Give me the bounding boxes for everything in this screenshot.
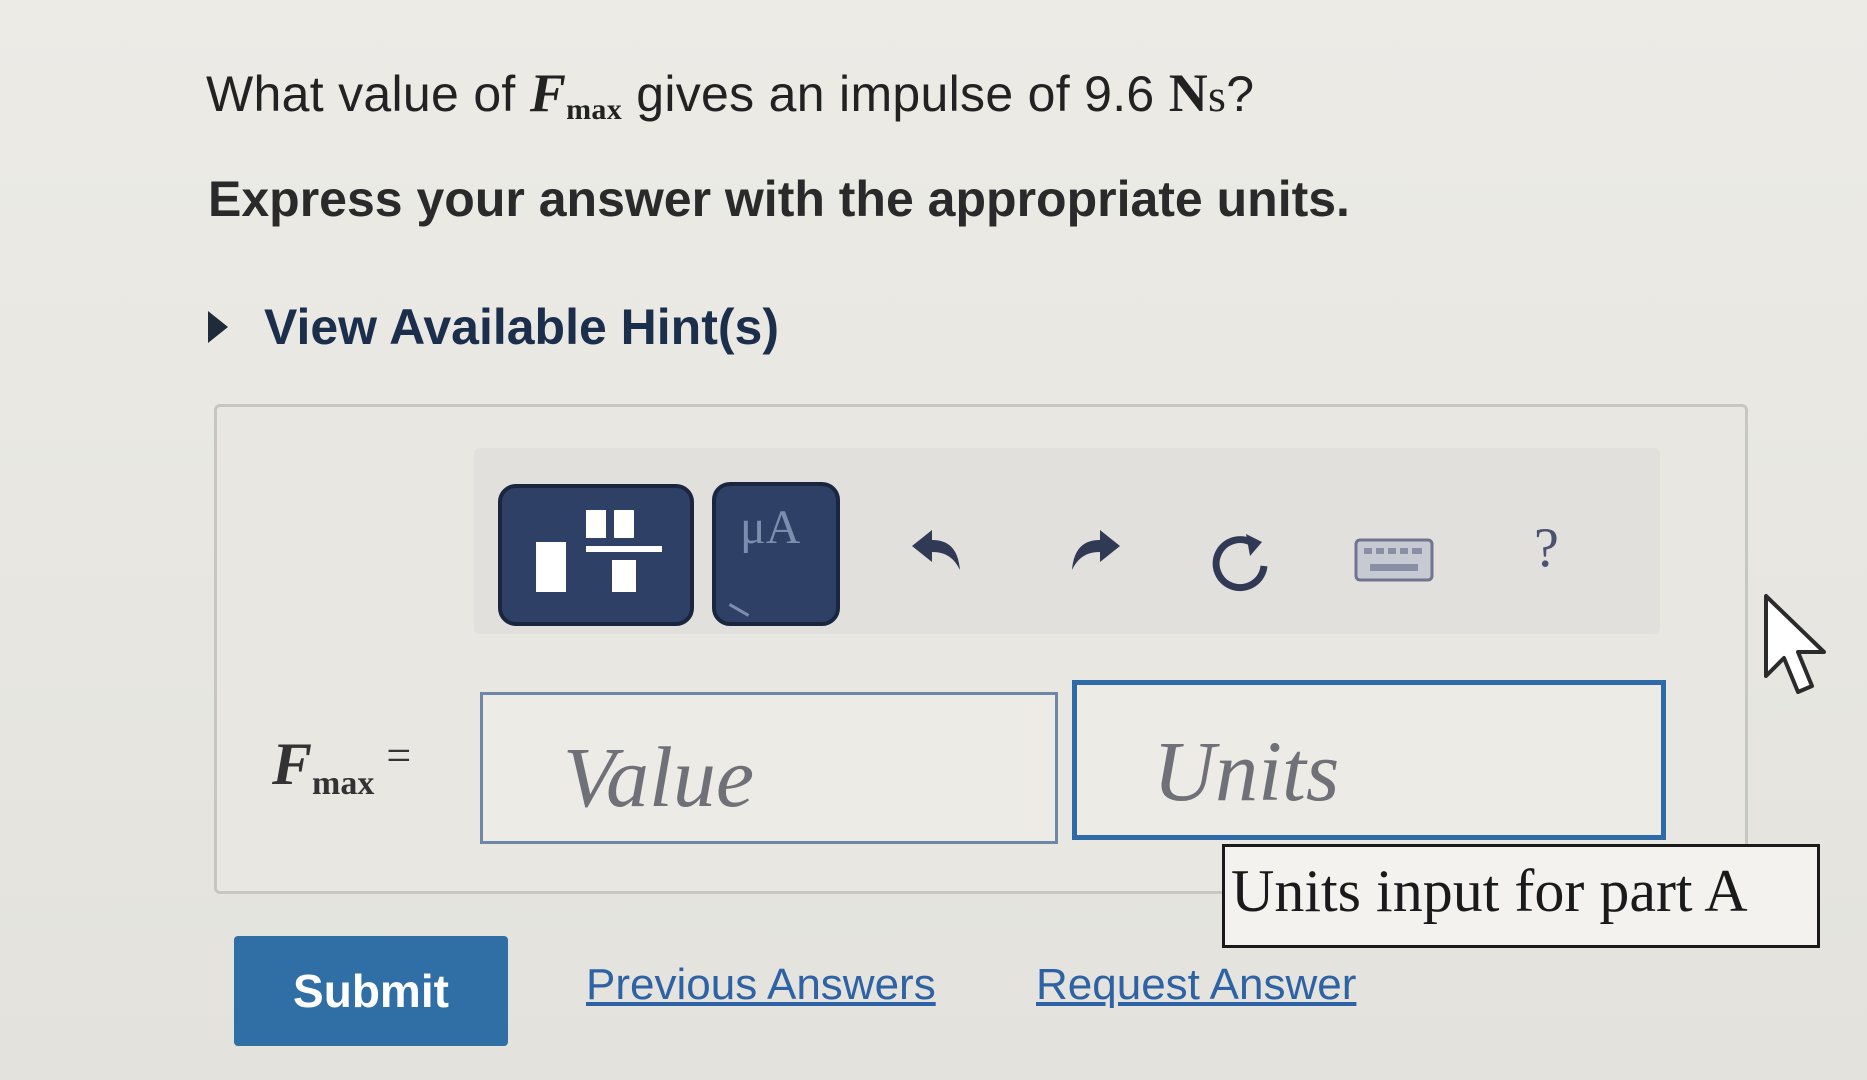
help-icon: ? — [1534, 517, 1559, 579]
value-input[interactable]: Value — [480, 692, 1058, 844]
redo-button[interactable] — [1064, 526, 1128, 578]
mouse-cursor-icon — [1764, 594, 1826, 694]
equals-sign: = — [386, 731, 412, 780]
reset-icon — [1212, 534, 1268, 592]
help-button[interactable]: ? — [1534, 516, 1559, 580]
units-tooltip: Units input for part A — [1222, 844, 1820, 948]
submit-button[interactable]: Submit — [234, 936, 508, 1046]
question-text: What value of Fmax gives an impulse of 9… — [206, 62, 1254, 127]
request-answer-link[interactable]: Request Answer — [1036, 960, 1356, 1010]
view-hints-label: View Available Hint(s) — [264, 299, 779, 355]
previous-answers-link[interactable]: Previous Answers — [586, 960, 936, 1010]
undo-button[interactable] — [904, 526, 968, 578]
reset-button[interactable] — [1208, 530, 1274, 596]
keyboard-icon — [1354, 538, 1434, 582]
question-prefix: What value of — [206, 66, 530, 122]
undo-icon — [912, 530, 960, 570]
disclosure-triangle-icon — [208, 311, 228, 343]
templates-button[interactable] — [498, 484, 694, 626]
question-middle: gives an impulse of 9.6 — [622, 66, 1169, 122]
redo-icon — [1072, 530, 1120, 570]
answer-variable-label: Fmax= — [272, 731, 412, 802]
page: What value of Fmax gives an impulse of 9… — [0, 0, 1867, 1080]
keyboard-button[interactable] — [1354, 536, 1434, 584]
question-unit-s: s — [1208, 70, 1227, 121]
question-variable: Fmax — [529, 63, 623, 126]
question-suffix: ? — [1226, 66, 1255, 122]
instruction-text: Express your answer with the appropriate… — [208, 171, 1350, 227]
question-unit-n: N — [1168, 63, 1209, 123]
symbols-button[interactable]: μA — [712, 482, 840, 626]
symbols-icon: μA — [740, 501, 801, 554]
units-input[interactable]: Units — [1072, 680, 1666, 840]
view-hints-toggle[interactable]: View Available Hint(s) — [208, 298, 779, 356]
